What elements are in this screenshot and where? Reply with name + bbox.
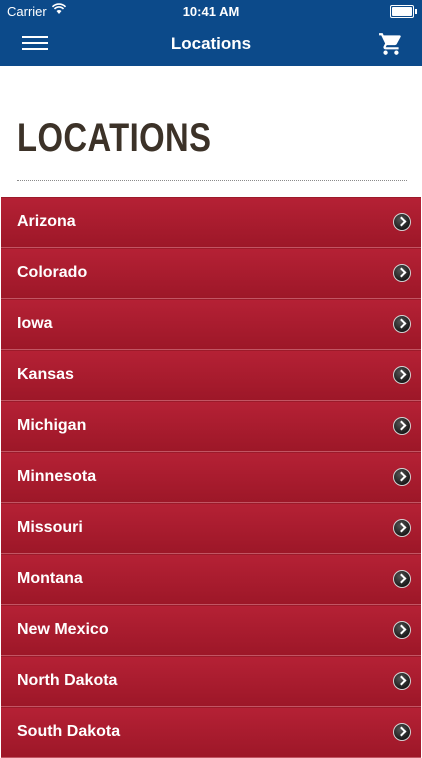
location-label: Montana [17, 570, 83, 587]
status-time: 10:41 AM [182, 4, 240, 19]
chevron-right-icon [393, 672, 411, 690]
location-label: Arizona [17, 213, 76, 230]
chevron-right-icon [393, 468, 411, 486]
location-item[interactable]: New Mexico [1, 605, 421, 656]
location-item[interactable]: Colorado [1, 248, 421, 299]
location-label: Colorado [17, 264, 88, 281]
chevron-right-icon [393, 366, 411, 384]
location-item[interactable]: Iowa [1, 299, 421, 350]
chevron-right-icon [393, 723, 411, 741]
status-bar: Carrier 10:41 AM [0, 0, 422, 22]
navigation-bar: Locations [0, 22, 422, 66]
location-item[interactable]: Kansas [1, 350, 421, 401]
shopping-cart-icon[interactable] [378, 31, 404, 57]
location-item[interactable]: Minnesota [1, 452, 421, 503]
location-label: Michigan [17, 417, 87, 434]
location-label: New Mexico [17, 621, 109, 638]
location-item[interactable]: North Dakota [1, 656, 421, 707]
chevron-right-icon [393, 315, 411, 333]
app-header: Carrier 10:41 AM Locations [0, 0, 422, 66]
page-title: LOCATIONS [17, 116, 212, 160]
chevron-right-icon [393, 570, 411, 588]
location-item[interactable]: Missouri [1, 503, 421, 554]
chevron-right-icon [393, 621, 411, 639]
nav-title: Locations [170, 34, 252, 53]
location-item[interactable]: Montana [1, 554, 421, 605]
location-label: Iowa [17, 315, 53, 332]
chevron-right-icon [393, 213, 411, 231]
chevron-right-icon [393, 264, 411, 282]
locations-list: Arizona Colorado Iowa Kansas Michigan Minneso… [1, 197, 421, 758]
location-item[interactable]: Michigan [1, 401, 421, 452]
chevron-right-icon [393, 417, 411, 435]
page-header-area: LOCATIONS [0, 66, 422, 197]
location-item[interactable]: South Dakota [1, 707, 421, 758]
chevron-right-icon [393, 519, 411, 537]
location-label: Minnesota [17, 468, 97, 485]
location-label: South Dakota [17, 723, 121, 740]
dotted-divider [17, 180, 407, 181]
location-label: North Dakota [17, 672, 118, 689]
location-label: Kansas [17, 366, 74, 383]
battery-icon [390, 5, 417, 18]
location-label: Missouri [17, 519, 83, 536]
location-item[interactable]: Arizona [1, 197, 421, 248]
